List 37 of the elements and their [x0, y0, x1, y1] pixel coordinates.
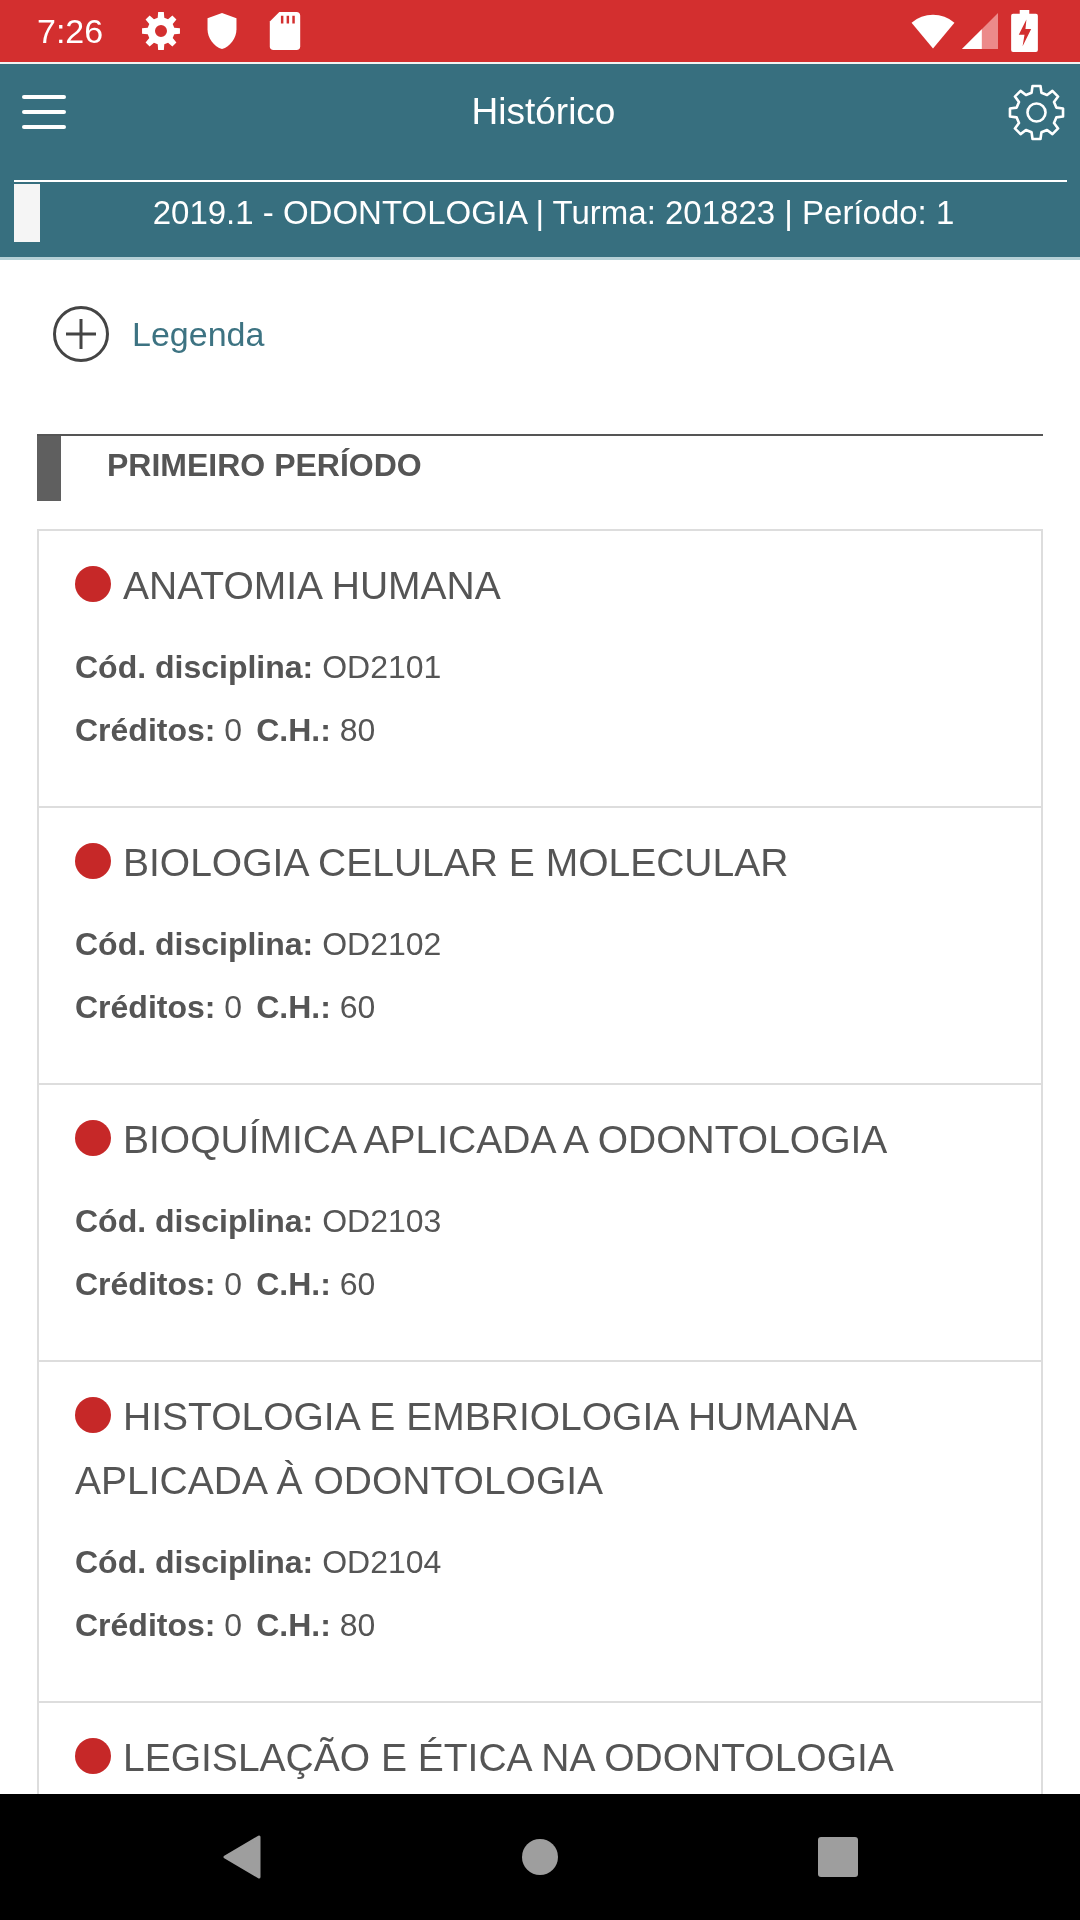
subject-title: HISTOLOGIA E EMBRIOLOGIA HUMANA APLICADA À ODONTOLOGIA: [75, 1395, 855, 1502]
subject-title: ANATOMIA HUMANA: [123, 564, 501, 607]
subject-credits: Créditos: 0: [75, 711, 243, 750]
wifi-icon: [911, 12, 955, 50]
subject-code: Cód. disciplina: OD2103: [75, 1203, 442, 1239]
subject-card[interactable]: HISTOLOGIA E EMBRIOLOGIA HUMANA APLICADA À ODONTOLOGIA Cód. disciplina: OD2104 Créditos: 0 C.H.: 80: [37, 1362, 1043, 1703]
signal-icon: [962, 13, 998, 49]
status-time: 7:26: [37, 11, 104, 51]
course-info: 2019.1 - ODONTOLOGIA | Turma: 201823 | Período: 1: [152, 193, 955, 233]
subject-credits: Créditos: 0: [75, 1265, 243, 1304]
settings-icon[interactable]: [1008, 83, 1065, 141]
subject-title: LEGISLAÇÃO E ÉTICA NA ODONTOLOGIA: [123, 1736, 894, 1779]
subject-card[interactable]: BIOQUÍMICA APLICADA A ODONTOLOGIA Cód. disciplina: OD2103 Créditos: 0 C.H.: 60: [37, 1085, 1043, 1362]
section-title: PRIMEIRO PERÍODO: [107, 446, 422, 485]
subject-hours: C.H.: 60: [256, 988, 376, 1027]
screen-title: Histórico: [471, 91, 616, 133]
subject-credits: Créditos: 0: [75, 988, 243, 1027]
battery-charging-icon: [1011, 10, 1038, 52]
subject-hours: C.H.: 80: [256, 711, 376, 750]
home-icon[interactable]: [522, 1839, 558, 1875]
subject-code: Cód. disciplina: OD2102: [75, 926, 442, 962]
subject-card[interactable]: ANATOMIA HUMANA Cód. disciplina: OD2101 Créditos: 0 C.H.: 80: [37, 529, 1043, 808]
subject-code: Cód. disciplina: OD2104: [75, 1544, 442, 1580]
sd-card-icon: [269, 12, 302, 50]
subject-hours: C.H.: 80: [256, 1606, 376, 1645]
back-icon[interactable]: [222, 1834, 262, 1880]
banner-accent-bar: [14, 184, 40, 242]
gear-icon: [141, 11, 182, 51]
subject-title: BIOLOGIA CELULAR E MOLECULAR: [123, 841, 789, 884]
subject-title: BIOQUÍMICA APLICADA A ODONTOLOGIA: [123, 1118, 888, 1161]
subject-code: Cód. disciplina: OD2101: [75, 649, 442, 685]
subject-hours: C.H.: 60: [256, 1265, 376, 1304]
legend-button[interactable]: Legenda: [53, 306, 265, 362]
menu-icon[interactable]: [22, 95, 66, 129]
subject-credits: Créditos: 0: [75, 1606, 243, 1645]
plus-circle-icon: [53, 306, 109, 362]
subject-card[interactable]: BIOLOGIA CELULAR E MOLECULAR Cód. disciplina: OD2102 Créditos: 0 C.H.: 60: [37, 808, 1043, 1085]
